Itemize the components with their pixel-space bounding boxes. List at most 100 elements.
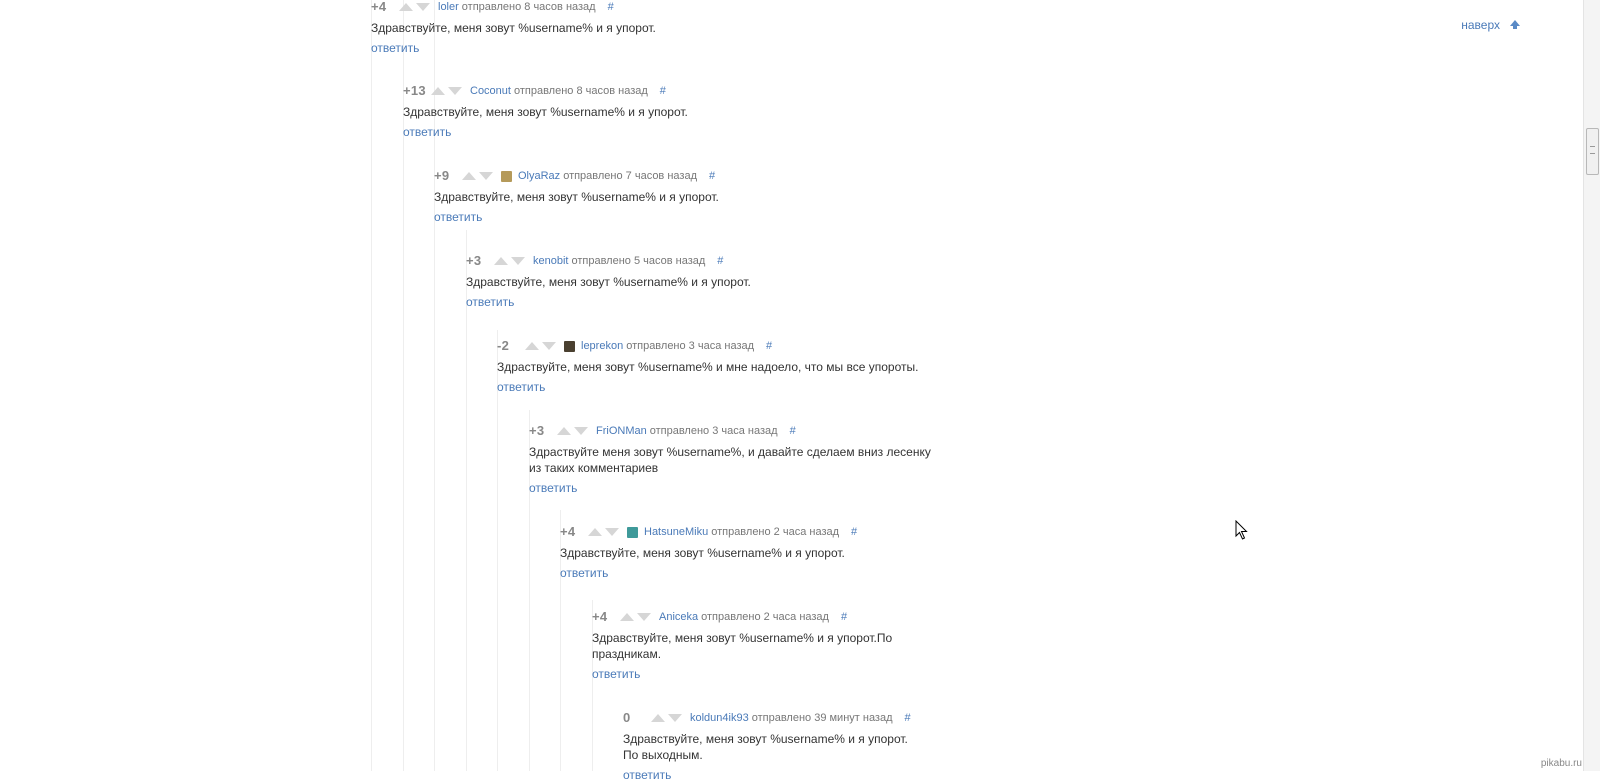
comment-header: +4 Aniceka отправлено 2 часа назад # — [592, 609, 892, 625]
vote-up-icon[interactable] — [651, 714, 665, 722]
vote-down-icon[interactable] — [668, 714, 682, 722]
comment-permalink[interactable]: # — [905, 710, 911, 726]
comment-time: отправлено 3 часа назад — [649, 425, 778, 437]
comment-text: Здравствуйте, меня зовут %username% и я … — [560, 546, 845, 560]
vote-up-icon[interactable] — [494, 257, 508, 265]
vote-up-icon[interactable] — [399, 3, 413, 11]
comment-rating: +3 — [529, 423, 545, 438]
vote-up-icon[interactable] — [431, 87, 445, 95]
comment-rating: +4 — [560, 524, 576, 539]
comment: +4 Aniceka отправлено 2 часа назад # Здр… — [592, 609, 892, 683]
comment: +4 HatsuneMiku отправлено 2 часа назад #… — [560, 524, 857, 582]
thread-line — [497, 330, 498, 771]
thread-line — [466, 230, 467, 771]
watermark: pikabu.ru — [1540, 758, 1582, 769]
reply-link[interactable]: ответить — [371, 41, 419, 55]
comment-permalink[interactable]: # — [851, 524, 857, 540]
comment-time: отправлено 2 часа назад — [711, 526, 840, 538]
reply-link[interactable]: ответить — [403, 125, 451, 139]
comment-rating: 0 — [623, 710, 631, 725]
comment: +3 FriONMan отправлено 3 часа назад # Зд… — [529, 423, 931, 497]
arrow-up-icon — [1510, 20, 1520, 29]
comment-header: +4 loler отправлено 8 часов назад # — [371, 0, 656, 15]
comment-time: отправлено 7 часов назад — [563, 170, 697, 182]
scrollbar-thumb[interactable] — [1586, 128, 1599, 175]
scroll-to-top-link[interactable]: наверх — [1461, 18, 1520, 32]
comment: +3 kenobit отправлено 5 часов назад # Зд… — [466, 253, 751, 311]
comment-permalink[interactable]: # — [709, 168, 715, 184]
comment-time: отправлено 3 часа назад — [626, 340, 755, 352]
comment-permalink[interactable]: # — [841, 609, 847, 625]
vote-up-icon[interactable] — [588, 528, 602, 536]
comment-header: -2 leprekon отправлено 3 часа назад # — [497, 338, 918, 354]
comment-permalink[interactable]: # — [766, 338, 772, 354]
comment-text: Здравствуйте, меня зовут %username% и я … — [592, 631, 893, 661]
comment-time: отправлено 8 часов назад — [513, 85, 648, 97]
comment-author[interactable]: loler — [438, 0, 459, 15]
vote-down-icon[interactable] — [448, 87, 462, 95]
comment-author[interactable]: leprekon — [581, 338, 623, 354]
user-avatar — [501, 170, 512, 182]
comment-permalink[interactable]: # — [660, 83, 666, 99]
vote-down-icon[interactable] — [511, 257, 525, 265]
vote-up-icon[interactable] — [525, 342, 539, 350]
vote-up-icon[interactable] — [462, 172, 476, 180]
comment-time: отправлено 39 минут назад — [751, 712, 893, 724]
comment-rating: +4 — [592, 609, 608, 624]
vote-down-icon[interactable] — [605, 528, 619, 536]
comment: +9 OlyaRaz отправлено 7 часов назад # Зд… — [434, 168, 719, 226]
comment-rating: +9 — [434, 168, 450, 183]
scrollbar[interactable] — [1583, 0, 1600, 771]
comment-permalink[interactable]: # — [790, 423, 796, 439]
comment-author[interactable]: HatsuneMiku — [644, 524, 708, 540]
mouse-cursor-icon — [1235, 520, 1248, 540]
user-avatar — [564, 340, 575, 352]
comment-permalink[interactable]: # — [717, 253, 723, 269]
comment-header: +3 FriONMan отправлено 3 часа назад # — [529, 423, 931, 439]
comment-text: Здравствуйте, меня зовут %username% и я … — [371, 21, 656, 35]
reply-link[interactable]: ответить — [560, 566, 608, 580]
vote-down-icon[interactable] — [542, 342, 556, 350]
comment-rating: +3 — [466, 253, 482, 268]
reply-link[interactable]: ответить — [623, 768, 671, 782]
comment-rating: +4 — [371, 0, 387, 14]
up-link-label: наверх — [1461, 18, 1500, 32]
comment-author[interactable]: kenobit — [533, 253, 568, 269]
comment-author[interactable]: FriONMan — [596, 423, 647, 439]
reply-link[interactable]: ответить — [434, 210, 482, 224]
comment-text: Здравствуйте, меня зовут %username% и я … — [623, 732, 908, 762]
reply-link[interactable]: ответить — [592, 667, 640, 681]
comment-header: +4 HatsuneMiku отправлено 2 часа назад # — [560, 524, 857, 540]
comment: +4 loler отправлено 8 часов назад # Здра… — [371, 0, 656, 57]
comment-author[interactable]: koldun4ik93 — [690, 710, 749, 726]
vote-up-icon[interactable] — [557, 427, 571, 435]
vote-down-icon[interactable] — [637, 613, 651, 621]
comment-author[interactable]: OlyaRaz — [518, 168, 560, 184]
comment-text: Здравствуйте, меня зовут %username% и я … — [403, 105, 688, 119]
vote-down-icon[interactable] — [479, 172, 493, 180]
comment-rating: -2 — [497, 338, 510, 353]
comment-header: +3 kenobit отправлено 5 часов назад # — [466, 253, 751, 269]
comment-header: +13 Coconut отправлено 8 часов назад # — [403, 83, 688, 99]
comment: +13 Coconut отправлено 8 часов назад # З… — [403, 83, 688, 141]
comment-author[interactable]: Aniceka — [659, 609, 698, 625]
comment-text: Здравствуйте, меня зовут %username% и я … — [466, 275, 751, 289]
vote-up-icon[interactable] — [620, 613, 634, 621]
thread-line — [371, 0, 372, 771]
reply-link[interactable]: ответить — [466, 295, 514, 309]
comment-time: отправлено 5 часов назад — [571, 255, 706, 267]
vote-down-icon[interactable] — [574, 427, 588, 435]
comment-permalink[interactable]: # — [608, 0, 614, 15]
comment-header: +9 OlyaRaz отправлено 7 часов назад # — [434, 168, 719, 184]
comment-header: 0 koldun4ik93 отправлено 39 минут назад … — [623, 710, 911, 726]
comment-text: Здраствуйте, меня зовут %username% и мне… — [497, 360, 919, 374]
user-avatar — [627, 526, 638, 538]
comment: -2 leprekon отправлено 3 часа назад # Зд… — [497, 338, 918, 396]
comment-rating: +13 — [403, 83, 426, 98]
vote-down-icon[interactable] — [416, 3, 430, 11]
reply-link[interactable]: ответить — [529, 481, 577, 495]
reply-link[interactable]: ответить — [497, 380, 545, 394]
comment-time: отправлено 8 часов назад — [461, 1, 596, 13]
comment-text: Здравствуйте, меня зовут %username% и я … — [434, 190, 719, 204]
comment-author[interactable]: Coconut — [470, 83, 511, 99]
